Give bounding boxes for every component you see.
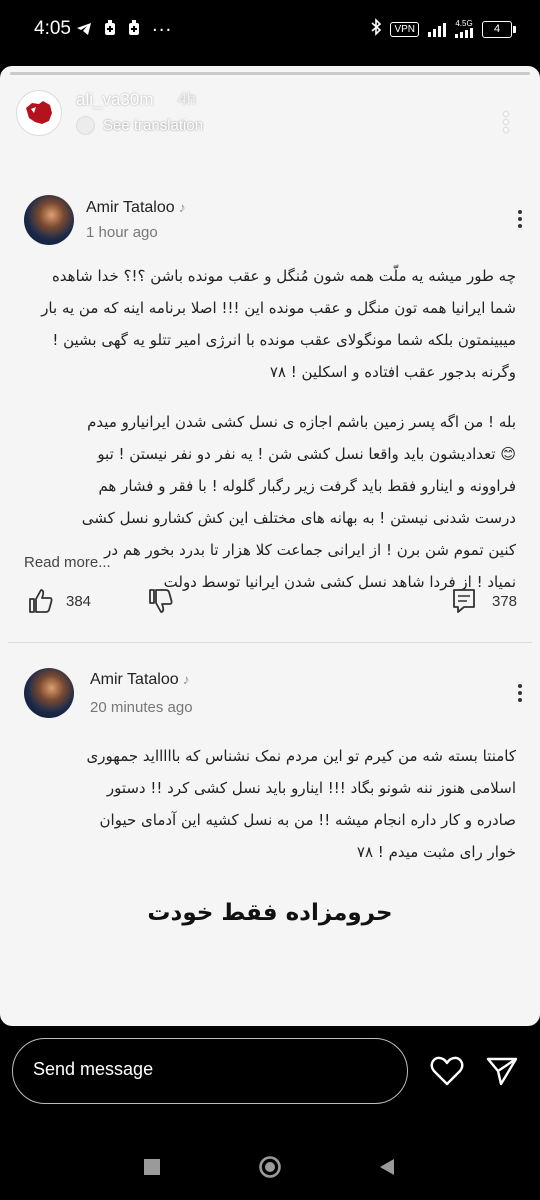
send-icon[interactable] xyxy=(486,1056,518,1090)
bluetooth-icon xyxy=(371,18,382,40)
thumbs-up-icon xyxy=(29,589,53,613)
battery-icon: 4 xyxy=(482,20,516,38)
recent-apps-button[interactable] xyxy=(143,1158,161,1180)
comment-author[interactable]: Amir Tataloo ♪ xyxy=(90,671,190,689)
heart-icon[interactable] xyxy=(430,1056,464,1090)
comment-text: چه طور میشه یه ملّت همه شون مُنگل و عقب … xyxy=(41,267,516,591)
replies-button[interactable]: 378 xyxy=(452,588,517,614)
more-notifications-icon: ··· xyxy=(152,19,173,41)
divider xyxy=(8,642,532,643)
app-notification-icon xyxy=(104,20,116,41)
thumbs-down-icon xyxy=(149,589,173,613)
story-caption: حرومزاده فقط خودت xyxy=(147,900,393,926)
music-note-icon: ♪ xyxy=(182,671,190,687)
system-nav-bar xyxy=(0,1140,540,1200)
comment-author[interactable]: Amir Tataloo ♪ xyxy=(86,199,186,217)
story-more-icon[interactable] xyxy=(504,112,510,136)
story-card[interactable]: ali_va30m 4h See translation Amir Tatalo… xyxy=(0,66,540,1026)
comment-icon xyxy=(453,589,475,613)
see-translation-button[interactable]: See translation xyxy=(76,116,203,135)
signal-icon xyxy=(428,21,446,37)
network-indicator: 4.5G xyxy=(455,20,473,38)
status-time: 4:05 xyxy=(34,18,71,39)
read-more-link[interactable]: Read more... xyxy=(24,554,111,571)
translate-icon xyxy=(76,116,95,135)
comment-avatar[interactable] xyxy=(24,195,74,245)
story-avatar[interactable] xyxy=(16,90,62,136)
comment-more-icon[interactable] xyxy=(518,210,524,231)
telegram-icon xyxy=(76,21,92,41)
comment-avatar[interactable] xyxy=(24,668,74,718)
story-username[interactable]: ali_va30m xyxy=(76,90,154,110)
app-notification-icon-2 xyxy=(128,20,140,41)
dislike-button[interactable] xyxy=(148,588,174,614)
like-button[interactable]: 384 xyxy=(28,588,91,614)
story-time: 4h xyxy=(178,91,196,108)
vpn-icon: VPN xyxy=(390,21,419,37)
back-button[interactable] xyxy=(378,1158,396,1180)
comment-text: کامنتا بسته شه من کیرم تو این مردم نمک ن… xyxy=(86,747,516,861)
home-button[interactable] xyxy=(258,1155,282,1183)
comment-time: 20 minutes ago xyxy=(90,699,193,716)
send-message-input[interactable]: Send message xyxy=(12,1038,408,1104)
comment-time: 1 hour ago xyxy=(86,224,158,241)
reply-bar: Send message xyxy=(0,1032,540,1116)
status-bar: 4:05 ··· VPN 4.5G 4 xyxy=(0,0,540,60)
story-progress-bar xyxy=(10,72,530,75)
story-header: ali_va30m 4h See translation xyxy=(16,88,526,136)
comment-actions: 384 378 xyxy=(0,588,540,622)
comment-more-icon[interactable] xyxy=(518,684,524,705)
music-note-icon: ♪ xyxy=(178,199,186,215)
